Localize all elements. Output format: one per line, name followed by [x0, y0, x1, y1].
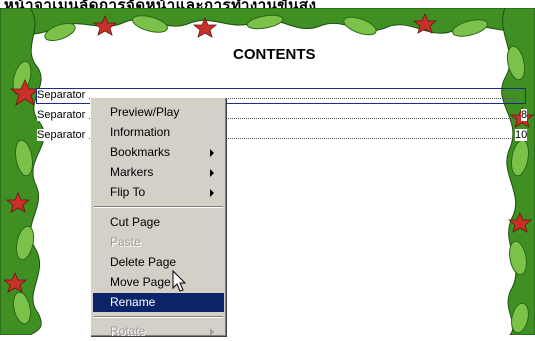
- menu-item-markers[interactable]: Markers: [93, 163, 224, 182]
- menu-separator: [94, 206, 223, 208]
- toc-entry-label: Separator: [37, 109, 87, 121]
- menu-item-rename[interactable]: Rename: [93, 293, 224, 312]
- ebook-page[interactable]: CONTENTS Separator Separator 8 Separator…: [0, 8, 535, 335]
- menu-item-information[interactable]: Information: [93, 123, 224, 142]
- toc-entry-page: 8: [521, 109, 528, 121]
- contents-title: CONTENTS: [233, 46, 316, 63]
- toc-entry-page: 10: [515, 129, 528, 141]
- toc-entry-label: Separator: [37, 89, 87, 101]
- menu-item-preview-play[interactable]: Preview/Play: [93, 103, 224, 122]
- submenu-arrow-icon: [210, 189, 214, 197]
- menu-item-bookmarks[interactable]: Bookmarks: [93, 143, 224, 162]
- mouse-pointer-icon: [172, 270, 187, 292]
- submenu-arrow-icon: [210, 149, 214, 157]
- menu-item-flip-to[interactable]: Flip To: [93, 183, 224, 202]
- toc-entry-label: Separator: [37, 129, 87, 141]
- menu-item-paste[interactable]: Paste: [93, 233, 224, 252]
- context-menu[interactable]: Preview/Play Information Bookmarks Marke…: [90, 97, 226, 338]
- menu-item-delete-page[interactable]: Delete Page: [93, 253, 224, 272]
- submenu-arrow-icon: [210, 169, 214, 177]
- menu-item-cut-page[interactable]: Cut Page: [93, 213, 224, 232]
- menu-separator: [94, 316, 223, 318]
- menu-item-rotate[interactable]: Rotate: [93, 322, 224, 341]
- menu-item-move-page[interactable]: Move Page: [93, 273, 224, 292]
